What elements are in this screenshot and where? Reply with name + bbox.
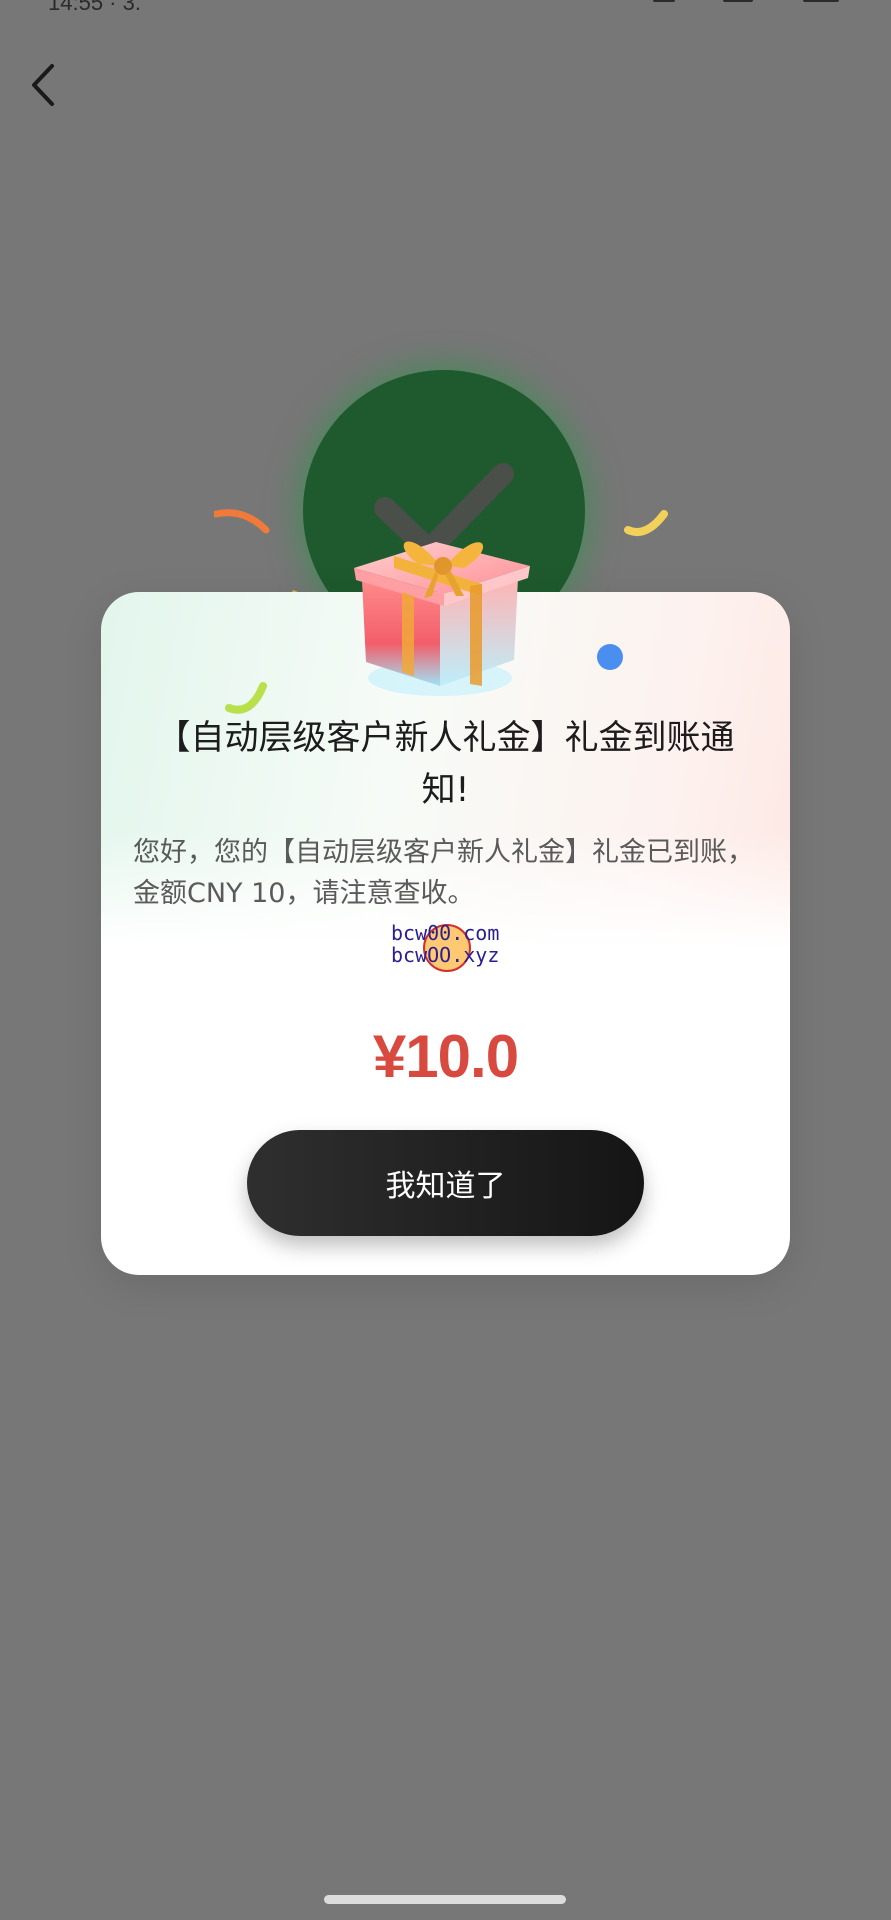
gift-box-icon bbox=[354, 541, 530, 696]
status-icons bbox=[653, 0, 843, 4]
dialog-message: 您好，您的【自动层级客户新人礼金】礼金已到账，金额CNY 10，请注意查收。 bbox=[133, 837, 754, 909]
signal-icon bbox=[653, 0, 675, 2]
back-button[interactable] bbox=[22, 58, 70, 112]
confetti-blue-dot bbox=[597, 644, 623, 670]
watermark-line1: bcw00.com bbox=[391, 921, 500, 945]
confetti-orange bbox=[214, 509, 270, 534]
chevron-left-icon bbox=[32, 64, 54, 106]
watermark-line2: bcwOO.xyz bbox=[391, 943, 500, 967]
battery-icon bbox=[803, 0, 839, 2]
confetti-green bbox=[225, 682, 267, 714]
wifi-icon bbox=[723, 0, 753, 2]
status-bar: 14:55 · 3. bbox=[0, 0, 891, 15]
confetti-yellow bbox=[624, 510, 668, 536]
watermark: bcw00.com bcwOO.xyz bbox=[391, 922, 591, 982]
status-time: 14:55 · 3. bbox=[48, 0, 141, 15]
gift-amount: ¥10.0 bbox=[372, 1023, 519, 1090]
home-indicator[interactable] bbox=[324, 1895, 566, 1904]
dialog-title: 【自动层级客户新人礼金】礼金到账通知! bbox=[156, 718, 735, 810]
confirm-button[interactable]: 我知道了 bbox=[247, 1130, 644, 1236]
